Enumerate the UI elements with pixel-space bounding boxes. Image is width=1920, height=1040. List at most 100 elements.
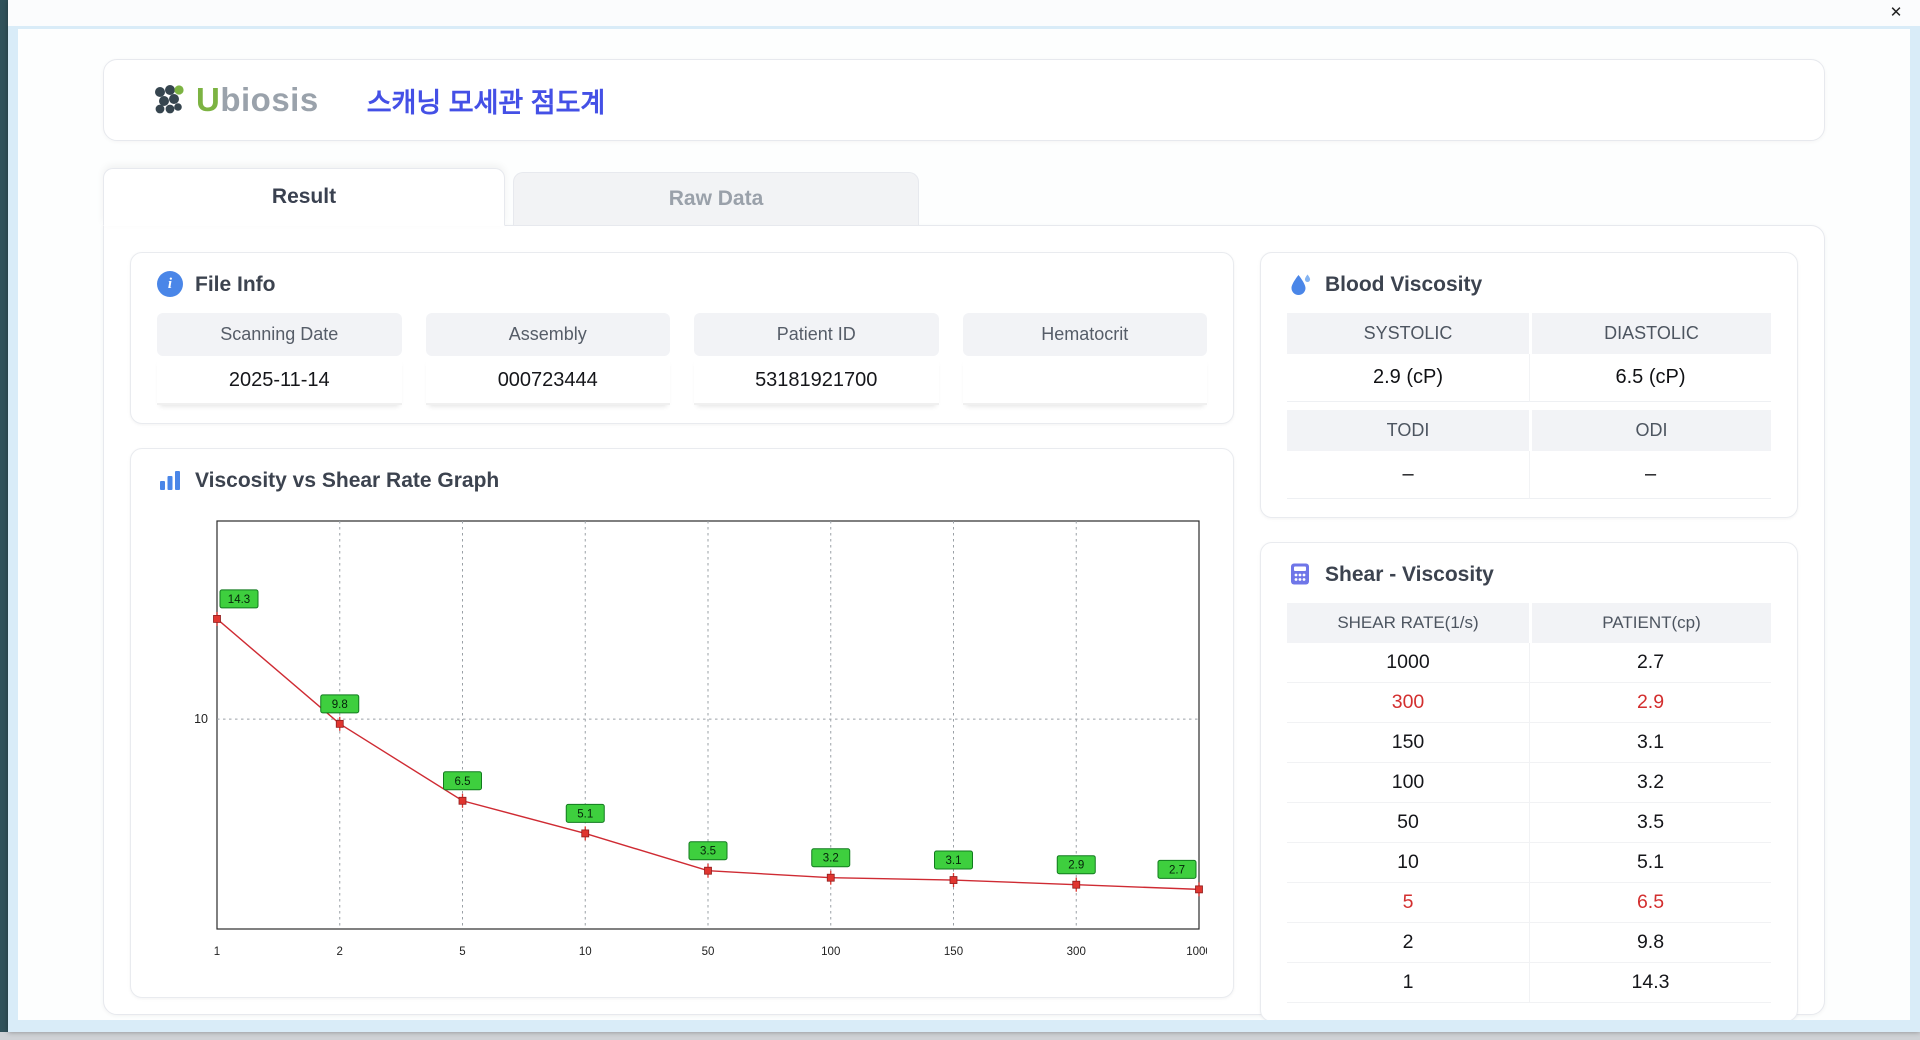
result-panel: i File Info Scanning Date 2025-11-14 Assem… xyxy=(103,225,1825,1020)
file-info-field: Hematocrit xyxy=(962,313,1207,405)
shear-rate-cell: 100 xyxy=(1391,771,1425,793)
client-area: Ubiosis 스캐닝 모세관 점도계 Result Raw Data i Fi… xyxy=(8,26,1920,1032)
table-row: 300 2.9 xyxy=(1287,683,1771,723)
field-value: 53181921700 xyxy=(694,356,939,405)
table-row: 5 6.5 xyxy=(1287,883,1771,923)
svg-text:10: 10 xyxy=(194,712,208,726)
app-title: 스캐닝 모세관 점도계 xyxy=(366,87,606,118)
svg-text:50: 50 xyxy=(702,946,715,958)
file-info-field: Scanning Date 2025-11-14 xyxy=(157,313,402,405)
table-row: 150 3.1 xyxy=(1287,723,1771,763)
shear-rate-cell: 150 xyxy=(1391,731,1425,753)
graph-card: Viscosity vs Shear Rate Graph 10 14.3 9.8 6… xyxy=(130,448,1234,998)
svg-text:6.5: 6.5 xyxy=(455,776,471,788)
bv-value-cell: 6.5 (cP) xyxy=(1529,354,1771,402)
svg-text:3.5: 3.5 xyxy=(700,846,716,858)
svg-text:10: 10 xyxy=(579,946,592,958)
desktop-background xyxy=(0,0,8,1040)
field-label: Assembly xyxy=(425,313,670,356)
svg-text:300: 300 xyxy=(1067,946,1086,958)
shear-rate-cell: 50 xyxy=(1397,811,1419,833)
brand-rest: biosis xyxy=(220,81,319,118)
shear-rate-cell: 1 xyxy=(1402,971,1414,993)
viscosity-chart: 10 14.3 9.8 6.5 5.1 3.5 3.2 3.1 2.9 2.7 1 2 5 10 50 100… xyxy=(157,509,1207,979)
bv-value-row: 2.9 (cP) 6.5 (cP) xyxy=(1287,354,1771,402)
droplet-icon xyxy=(1291,274,1311,295)
table-row: 100 3.2 xyxy=(1287,763,1771,803)
blood-viscosity-group: TODI ODI – – xyxy=(1287,410,1771,499)
tab-result[interactable]: Result xyxy=(103,168,505,226)
patient-viscosity-cell: 6.5 xyxy=(1529,883,1771,922)
file-info-card: i File Info Scanning Date 2025-11-14 Assem… xyxy=(130,252,1234,424)
blood-viscosity-title: Blood Viscosity xyxy=(1325,272,1483,296)
file-info-fields: Scanning Date 2025-11-14 Assembly 000723444… xyxy=(157,313,1207,405)
bv-header-cell: DIASTOLIC xyxy=(1529,313,1771,354)
field-value xyxy=(962,356,1207,405)
svg-text:2: 2 xyxy=(337,946,343,958)
content-area: Ubiosis 스캐닝 모세관 점도계 Result Raw Data i Fi… xyxy=(103,59,1825,1020)
shear-rate-cell: 300 xyxy=(1391,691,1425,713)
file-info-title: File Info xyxy=(195,272,276,296)
close-button[interactable]: ✕ xyxy=(1884,3,1908,23)
bv-value-cell: – xyxy=(1529,451,1771,499)
svg-text:2.9: 2.9 xyxy=(1068,860,1084,872)
app-window: ✕ Ubiosis 스캐닝 모세관 점도계 Result Raw Data i … xyxy=(8,0,1920,1032)
bv-header-cell: SYSTOLIC xyxy=(1287,313,1529,354)
shear-rate-cell: 10 xyxy=(1397,851,1419,873)
bv-header-row: TODI ODI xyxy=(1287,410,1771,451)
bar-chart-icon xyxy=(160,471,180,490)
svg-text:14.3: 14.3 xyxy=(228,594,250,606)
table-row: 10 5.1 xyxy=(1287,843,1771,883)
patient-viscosity-cell: 5.1 xyxy=(1529,843,1771,882)
sv-header-cell: PATIENT(cp) xyxy=(1529,603,1771,643)
patient-viscosity-cell: 3.2 xyxy=(1529,763,1771,802)
shear-viscosity-table: SHEAR RATE(1/s) PATIENT(cp) 1000 2.7 300 2.9 1… xyxy=(1287,603,1771,1003)
svg-text:3.2: 3.2 xyxy=(823,853,839,865)
patient-viscosity-cell: 3.5 xyxy=(1529,803,1771,842)
field-value: 2025-11-14 xyxy=(157,356,402,405)
bv-value-cell: 2.9 (cP) xyxy=(1287,354,1529,402)
shear-rate-cell: 2 xyxy=(1402,931,1414,953)
table-row: 2 9.8 xyxy=(1287,923,1771,963)
patient-viscosity-cell: 14.3 xyxy=(1529,963,1771,1002)
svg-text:1000: 1000 xyxy=(1186,946,1207,958)
table-row: 1 14.3 xyxy=(1287,963,1771,1003)
bv-value-row: – – xyxy=(1287,451,1771,499)
file-info-field: Assembly 000723444 xyxy=(425,313,670,405)
brand-text: Ubiosis xyxy=(196,81,319,119)
field-label: Hematocrit xyxy=(962,313,1207,356)
titlebar: ✕ xyxy=(8,0,1920,26)
patient-viscosity-cell: 2.9 xyxy=(1529,683,1771,722)
file-info-title-row: i File Info xyxy=(157,271,1207,297)
calculator-icon xyxy=(1291,563,1309,585)
info-icon: i xyxy=(157,271,183,297)
svg-text:150: 150 xyxy=(944,946,963,958)
field-label: Patient ID xyxy=(694,313,939,356)
taskbar-strip xyxy=(0,1032,1920,1040)
field-label: Scanning Date xyxy=(157,313,402,356)
shear-viscosity-card: Shear - Viscosity SHEAR RATE(1/s) PATIENT… xyxy=(1260,542,1798,1020)
svg-text:5.1: 5.1 xyxy=(577,808,593,820)
left-column: i File Info Scanning Date 2025-11-14 Assem… xyxy=(130,252,1234,998)
bv-value-cell: – xyxy=(1287,451,1529,499)
patient-viscosity-cell: 3.1 xyxy=(1529,723,1771,762)
svg-text:3.1: 3.1 xyxy=(946,855,962,867)
bv-header-cell: TODI xyxy=(1287,410,1529,451)
shear-viscosity-title: Shear - Viscosity xyxy=(1325,562,1494,586)
blood-viscosity-card: Blood Viscosity SYSTOLIC DIASTOLIC 2.9 (cP… xyxy=(1260,252,1798,518)
svg-text:5: 5 xyxy=(459,946,465,958)
tab-bar: Result Raw Data xyxy=(103,167,1825,226)
file-info-field: Patient ID 53181921700 xyxy=(694,313,939,405)
svg-text:2.7: 2.7 xyxy=(1169,864,1185,876)
bv-header-row: SYSTOLIC DIASTOLIC xyxy=(1287,313,1771,354)
graph-title: Viscosity vs Shear Rate Graph xyxy=(195,468,500,492)
tab-raw-data[interactable]: Raw Data xyxy=(513,172,919,225)
blood-viscosity-group: SYSTOLIC DIASTOLIC 2.9 (cP) 6.5 (cP) xyxy=(1287,313,1771,402)
sv-header-cell: SHEAR RATE(1/s) xyxy=(1287,603,1529,643)
brand-logo: Ubiosis xyxy=(150,81,319,119)
blood-viscosity-title-row: Blood Viscosity xyxy=(1287,271,1771,297)
bv-header-cell: ODI xyxy=(1529,410,1771,451)
viscosity-chart-svg: 10 14.3 9.8 6.5 5.1 3.5 3.2 3.1 2.9 2.7 1 2 5 10 50 100… xyxy=(194,520,1207,958)
svg-text:9.8: 9.8 xyxy=(332,699,348,711)
table-row: 50 3.5 xyxy=(1287,803,1771,843)
